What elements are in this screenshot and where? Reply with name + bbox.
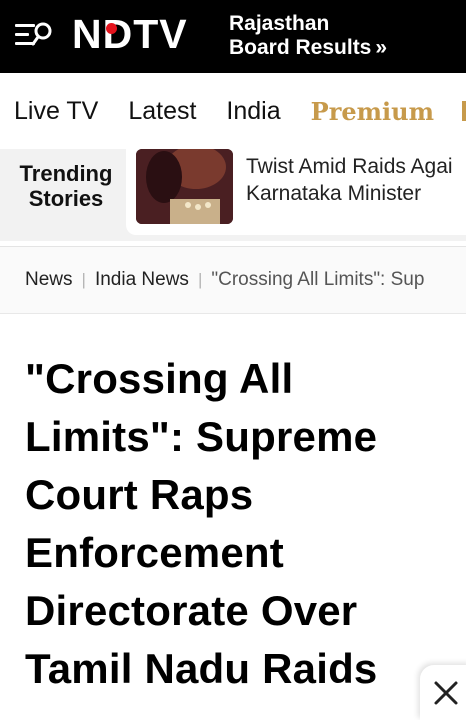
trending-story-title-line2: Karnataka Minister xyxy=(246,182,422,205)
logo-text: NDTV xyxy=(72,10,188,57)
breadcrumb-india-news[interactable]: India News xyxy=(95,269,189,291)
breadcrumb: News | India News | "Crossing All Limits… xyxy=(0,246,466,314)
nav-item-india[interactable]: India xyxy=(226,97,280,126)
close-icon xyxy=(434,681,458,704)
close-ad-button[interactable] xyxy=(420,665,466,720)
nav-item-latest[interactable]: Latest xyxy=(128,97,196,126)
breadcrumb-current-article: "Crossing All Limits": Sup xyxy=(211,269,425,290)
trending-story-thumbnail[interactable] xyxy=(136,149,233,224)
trending-stories-bar: Trending Stories Twist Amid Raids Agai K… xyxy=(0,149,466,241)
primary-nav: Live TV Latest India Premium xyxy=(0,73,466,149)
ndtv-logo[interactable]: NDTV xyxy=(72,10,188,57)
promo-line2: Board Results xyxy=(229,36,372,59)
nav-overflow-indicator xyxy=(462,101,466,121)
menu-search-button[interactable] xyxy=(14,20,54,50)
article-headline: "Crossing All Limits": Supreme Court Rap… xyxy=(25,355,378,692)
logo-red-dot xyxy=(106,22,117,34)
nav-item-premium[interactable]: Premium xyxy=(311,97,434,126)
trending-label: Trending Stories xyxy=(19,161,113,211)
trending-story-card[interactable]: Twist Amid Raids Agai Karnataka Minister xyxy=(126,149,466,235)
breadcrumb-news[interactable]: News xyxy=(25,269,73,291)
trending-story-title-line1: Twist Amid Raids Agai xyxy=(246,155,453,178)
rajasthan-board-results-link[interactable]: Rajasthan Board Results » xyxy=(229,12,429,60)
menu-search-icon xyxy=(15,22,52,46)
promo-line1: Rajasthan xyxy=(229,12,330,35)
breadcrumb-separator: | xyxy=(197,270,203,289)
double-chevron-right-icon: » xyxy=(375,36,388,59)
breadcrumb-separator: | xyxy=(81,270,86,289)
site-header: NDTV Rajasthan Board Results » xyxy=(0,0,466,73)
nav-item-live-tv[interactable]: Live TV xyxy=(14,97,98,126)
